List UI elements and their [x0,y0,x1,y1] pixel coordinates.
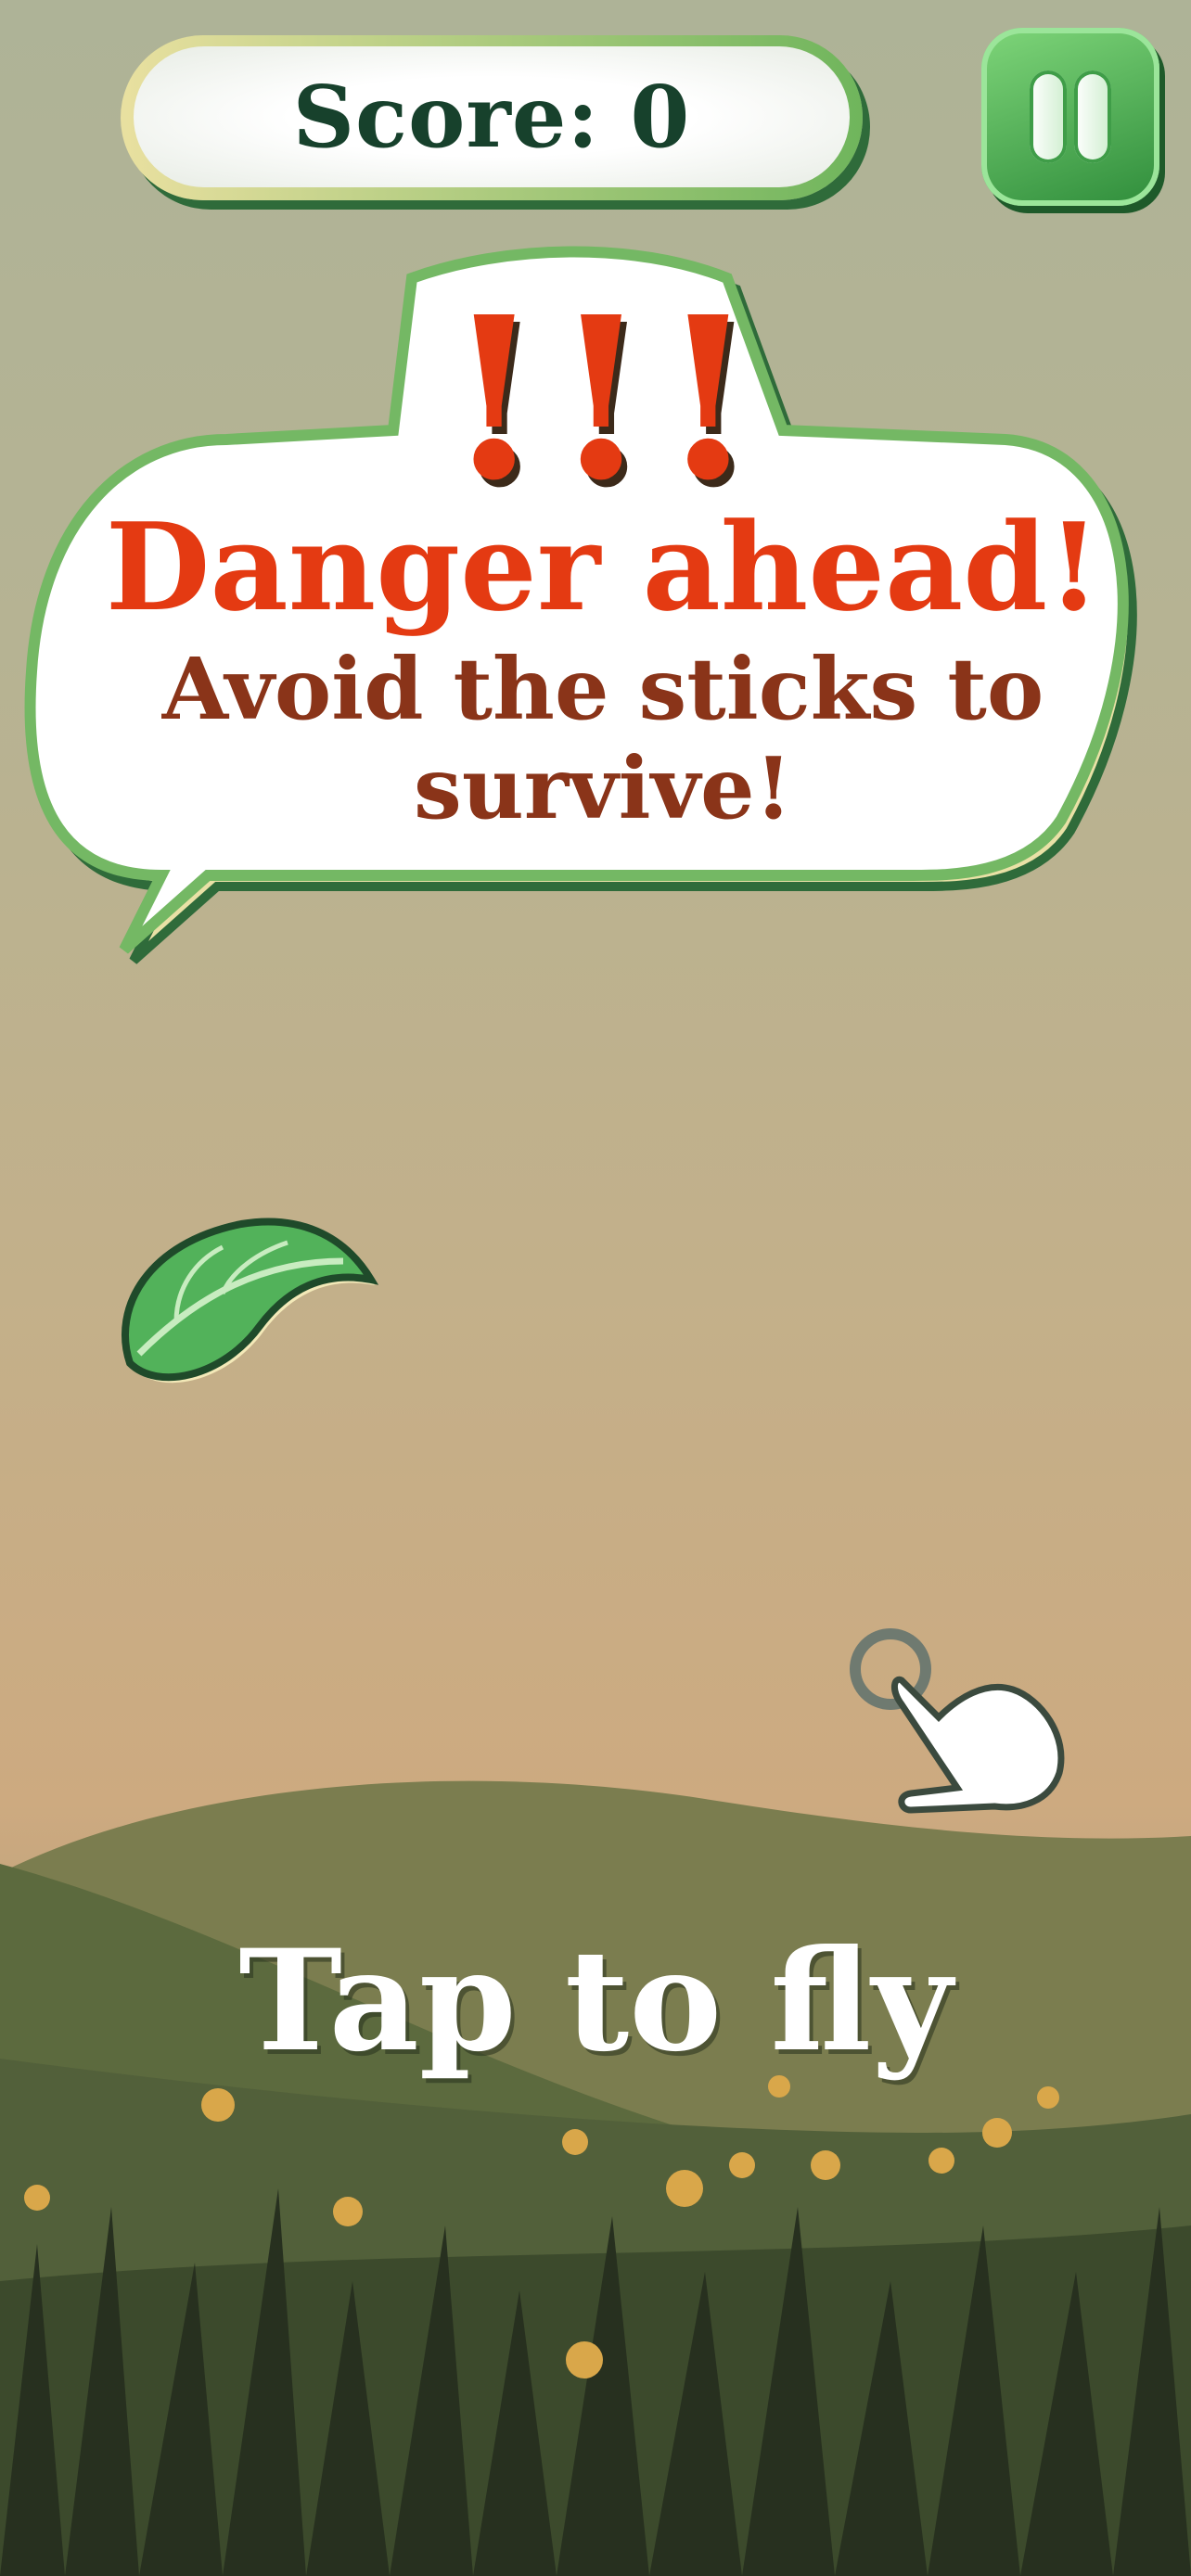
tap-to-fly-label: Tap to fly [238,1919,953,2083]
score-panel: Score: 0 [134,46,850,187]
warning-exclamation-icon: !!! [445,268,767,529]
leaf-icon [122,1218,379,1384]
danger-message: Avoid the sticks to survive! [161,639,1044,838]
pause-bar-left [1030,70,1067,163]
score-display: Score: 0 [121,35,863,200]
pause-bar-right [1074,70,1111,163]
danger-title: Danger ahead! [105,496,1101,638]
score-text: Score: 0 [292,67,691,167]
pause-button[interactable] [981,28,1159,206]
